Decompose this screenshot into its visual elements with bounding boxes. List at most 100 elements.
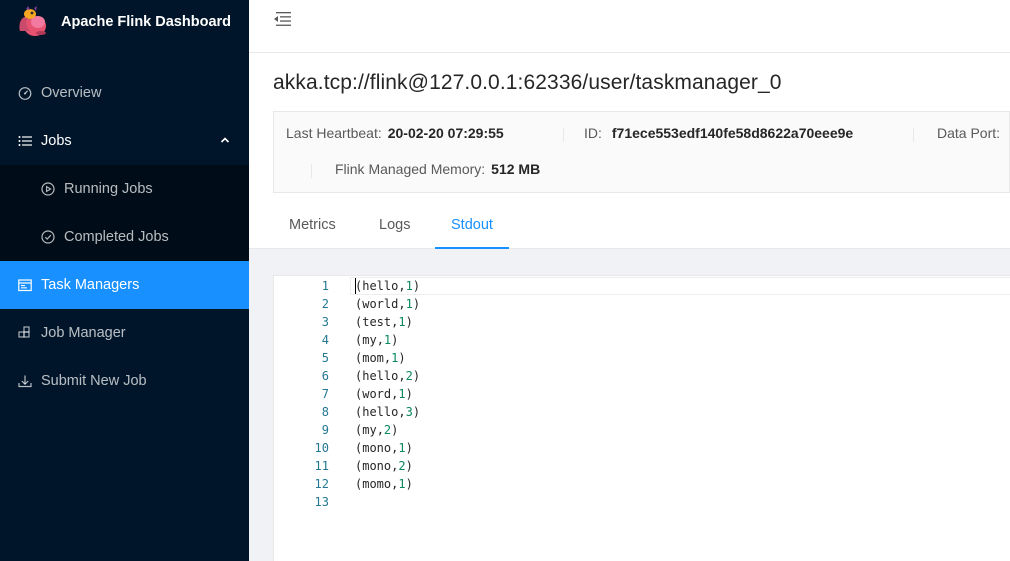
sidebar-item-label: Submit New Job: [41, 373, 147, 389]
tab-stdout[interactable]: Stdout: [435, 207, 509, 249]
current-line-highlight: [350, 277, 1010, 295]
sidebar-menu: Overview Jobs Running Jobs Completed Job…: [0, 69, 249, 405]
count-number: 1: [398, 441, 406, 455]
paren: ): [412, 297, 421, 311]
count-number: 1: [405, 279, 413, 293]
line-content: (my,2): [355, 421, 398, 439]
line-number: 11: [314, 459, 329, 473]
paren: ): [412, 279, 421, 293]
chevron-up-icon[interactable]: [219, 134, 231, 146]
id-detail: ID: f71ece553edf140fe58d8622a70eee9e: [584, 125, 853, 141]
paren: ): [405, 387, 413, 401]
count-number: 1: [398, 387, 406, 401]
heartbeat-value: 20-02-20 07:29:55: [387, 125, 504, 141]
line-content: (hello,1): [355, 277, 420, 295]
editor-line: 10 (mono,1): [274, 439, 1010, 457]
id-label: ID:: [584, 125, 602, 141]
line-content: (hello,2): [355, 367, 420, 385]
editor-lines: 1 (hello,1) 2 (world,1) 3 (test,1) 4 (my,1) 5 (mo…: [274, 277, 1010, 511]
heartbeat-detail: Last Heartbeat: 20-02-20 07:29:55: [286, 125, 504, 141]
sidebar-item-label: Running Jobs: [64, 181, 153, 197]
sidebar: Apache Flink Dashboard Overview Jobs Run…: [0, 0, 249, 561]
menu-fold-icon[interactable]: [273, 11, 291, 27]
word-text: hello: [362, 405, 399, 419]
sidebar-item-overview[interactable]: Overview: [0, 69, 249, 117]
editor-line: 8 (hello,3): [274, 403, 1010, 421]
comma: ,: [398, 369, 406, 383]
build-icon: [17, 325, 33, 341]
paren: ): [412, 369, 421, 383]
comma: ,: [376, 423, 384, 437]
line-number: 2: [321, 297, 329, 311]
count-number: 2: [398, 459, 406, 473]
comma: ,: [376, 333, 384, 347]
sidebar-item-task-managers[interactable]: Task Managers: [0, 261, 249, 309]
jobs-submenu: Running Jobs Completed Jobs: [0, 165, 249, 261]
play-circle-icon: [40, 181, 56, 197]
line-number: 5: [321, 351, 329, 365]
sidebar-item-submit-new-job[interactable]: Submit New Job: [0, 357, 249, 405]
sidebar-item-completed-jobs[interactable]: Completed Jobs: [0, 213, 249, 261]
divider: [563, 128, 564, 142]
count-number: 3: [405, 405, 413, 419]
upload-icon: [17, 373, 33, 389]
dashboard-icon: [17, 85, 33, 101]
tab-metrics[interactable]: Metrics: [273, 207, 352, 249]
main-content: akka.tcp://flink@127.0.0.1:62336/user/ta…: [249, 53, 1010, 561]
line-content: (mono,1): [355, 439, 413, 457]
line-content: (hello,3): [355, 403, 420, 421]
editor-line: 9 (my,2): [274, 421, 1010, 439]
paren: ): [405, 459, 413, 473]
count-number: 1: [405, 297, 413, 311]
word-text: mono: [362, 441, 392, 455]
word-text: word: [362, 387, 392, 401]
line-content: (momo,1): [355, 475, 413, 493]
divider: [913, 128, 914, 142]
data-port-detail: Data Port:: [937, 125, 1000, 141]
sidebar-item-label: Task Managers: [41, 277, 140, 293]
memory-detail: Flink Managed Memory: 512 MB: [335, 161, 540, 177]
paren: ): [391, 423, 399, 437]
sidebar-item-jobs[interactable]: Jobs: [0, 117, 249, 165]
word-text: test: [362, 315, 392, 329]
word-text: hello: [362, 279, 399, 293]
paren: ): [405, 477, 413, 491]
line-content: (word,1): [355, 385, 413, 403]
memory-value: 512 MB: [491, 161, 541, 177]
line-content: (mono,2): [355, 457, 413, 475]
word-text: hello: [362, 369, 399, 383]
line-content: (my,1): [355, 331, 398, 349]
taskmanager-details: Last Heartbeat: 20-02-20 07:29:55 ID: f71e…: [273, 111, 1010, 193]
line-number: 8: [321, 405, 329, 419]
line-number: 10: [314, 441, 329, 455]
paren: ): [405, 315, 413, 329]
brand[interactable]: Apache Flink Dashboard: [0, 0, 249, 44]
app-title: Apache Flink Dashboard: [61, 14, 232, 30]
sidebar-item-running-jobs[interactable]: Running Jobs: [0, 165, 249, 213]
unordered-list-icon: [17, 133, 33, 149]
word-text: my: [362, 333, 377, 347]
editor-line: 12 (momo,1): [274, 475, 1010, 493]
line-content: (world,1): [355, 295, 420, 313]
word-text: mom: [362, 351, 384, 365]
sidebar-item-label: Completed Jobs: [64, 229, 169, 245]
heartbeat-label: Last Heartbeat:: [286, 125, 382, 141]
editor-line: 4 (my,1): [274, 331, 1010, 349]
flink-squirrel-logo-icon: [16, 5, 50, 39]
tab-logs[interactable]: Logs: [363, 207, 426, 249]
sidebar-item-job-manager[interactable]: Job Manager: [0, 309, 249, 357]
line-number: 12: [314, 477, 329, 491]
comma: ,: [398, 279, 406, 293]
memory-label: Flink Managed Memory:: [335, 161, 486, 177]
paren: ): [405, 441, 413, 455]
schedule-icon: [17, 277, 33, 293]
editor-line: 1 (hello,1): [274, 277, 1010, 295]
paren: ): [398, 351, 406, 365]
editor-line: 13: [274, 493, 1010, 511]
word-text: mono: [362, 459, 392, 473]
page-header: akka.tcp://flink@127.0.0.1:62336/user/ta…: [249, 53, 1010, 249]
comma: ,: [398, 405, 406, 419]
paren: ): [391, 333, 399, 347]
editor-line: 11 (mono,2): [274, 457, 1010, 475]
stdout-editor[interactable]: 1 (hello,1) 2 (world,1) 3 (test,1) 4 (my,1) 5 (mo…: [273, 275, 1010, 561]
